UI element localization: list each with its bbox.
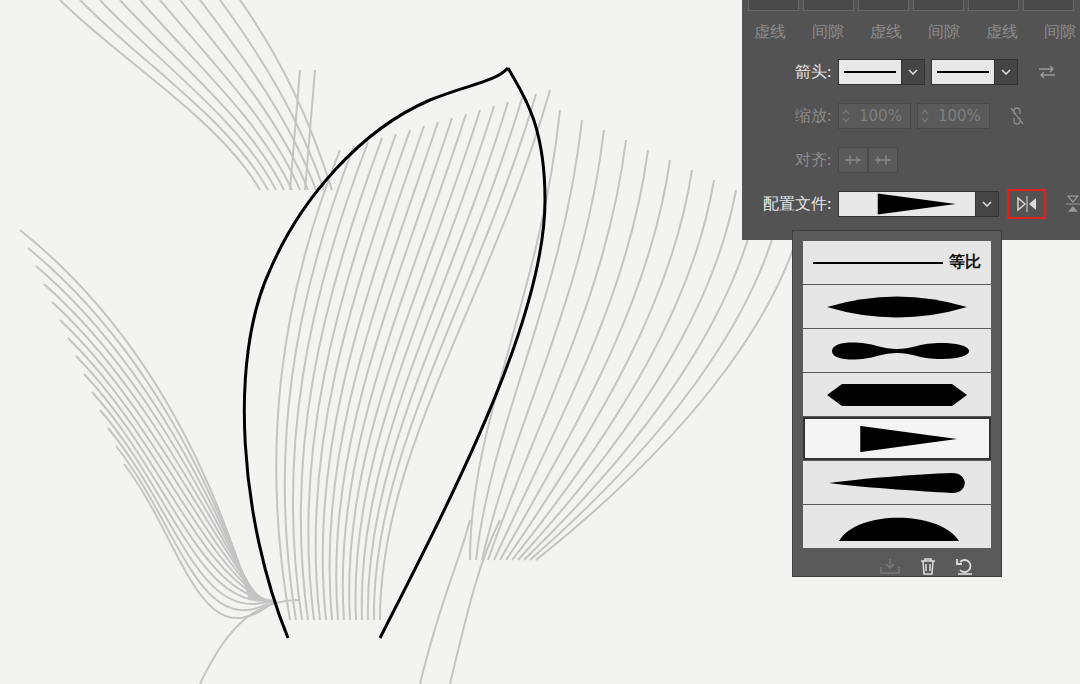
scale-end-value: 100%	[932, 107, 989, 125]
arrow-start-select[interactable]	[838, 59, 925, 85]
align-end-button[interactable]	[868, 147, 898, 173]
lens-profile-icon	[817, 292, 977, 322]
profile-option[interactable]	[803, 329, 991, 372]
dash-labels: 虚线 间隙 虚线 间隙 虚线 间隙	[742, 12, 1080, 43]
dash-label: 虚线	[986, 22, 1018, 43]
triangle-profile-icon	[817, 424, 977, 454]
dash-field[interactable]	[803, 0, 854, 11]
profile-option[interactable]	[803, 285, 991, 328]
illustrator-workspace: 虚线 间隙 虚线 间隙 虚线 间隙箭头: 缩放: 100% 100% 对齐: 配置文件: 等比	[0, 0, 1080, 684]
arrows-label: 箭头:	[742, 62, 832, 83]
dash-label: 间隙	[928, 22, 960, 43]
dash-label: 虚线	[754, 22, 786, 43]
dome-profile-icon	[817, 512, 977, 542]
swap-arrows-icon[interactable]	[1038, 65, 1056, 79]
profile-label: 配置文件:	[742, 194, 832, 215]
flip-horizontal-icon	[1016, 196, 1038, 212]
profile-option[interactable]	[803, 505, 991, 548]
scale-label: 缩放:	[742, 106, 832, 127]
flip-vertical-icon[interactable]	[1066, 194, 1080, 214]
profile-row: 配置文件:	[742, 189, 1080, 219]
scale-start-field[interactable]: 100%	[838, 103, 911, 129]
dash-label: 虚线	[870, 22, 902, 43]
dash-label: 间隙	[1044, 22, 1076, 43]
dash-field[interactable]	[1023, 0, 1074, 11]
uniform-profile-icon	[813, 262, 943, 264]
menu-footer	[803, 549, 991, 575]
wavy-profile-icon	[817, 336, 977, 366]
chevron-icon[interactable]	[902, 59, 925, 85]
dash-field[interactable]	[913, 0, 964, 11]
flip-along-button[interactable]	[1007, 189, 1046, 219]
profile-select[interactable]	[838, 191, 999, 217]
profile-option-label: 等比	[949, 252, 981, 273]
dash-field[interactable]	[748, 0, 799, 11]
arrows-row: 箭头:	[742, 57, 1080, 87]
arrow-end-select[interactable]	[931, 59, 1018, 85]
profile-option[interactable]	[803, 373, 991, 416]
taper-profile-icon	[817, 468, 977, 498]
save-profile-icon[interactable]	[879, 557, 901, 575]
spinner-icon[interactable]	[839, 108, 853, 124]
align-end-icon	[874, 154, 892, 166]
align-label: 对齐:	[742, 150, 832, 171]
petal-path[interactable]	[244, 68, 508, 638]
hex-profile-icon	[817, 380, 977, 410]
align-row: 对齐:	[742, 145, 1080, 175]
profile-option[interactable]	[803, 461, 991, 504]
align-start-button[interactable]	[838, 147, 868, 173]
link-icon[interactable]	[1010, 107, 1024, 125]
profile-menu: 等比	[792, 230, 1002, 577]
profile-preview-icon	[842, 191, 972, 217]
spinner-icon[interactable]	[918, 108, 932, 124]
petal-path-right[interactable]	[380, 68, 545, 638]
chevron-icon[interactable]	[995, 59, 1018, 85]
reset-icon[interactable]	[955, 557, 975, 575]
scale-end-field[interactable]: 100%	[917, 103, 990, 129]
dash-fields	[742, 0, 1080, 12]
stroke-panel: 虚线 间隙 虚线 间隙 虚线 间隙箭头: 缩放: 100% 100% 对齐: 配置文件:	[742, 0, 1080, 240]
trash-icon[interactable]	[919, 557, 937, 575]
align-tip-icon	[844, 154, 862, 166]
dash-field[interactable]	[968, 0, 1019, 11]
dash-label: 间隙	[812, 22, 844, 43]
dash-field[interactable]	[858, 0, 909, 11]
scale-start-value: 100%	[853, 107, 910, 125]
profile-option[interactable]	[803, 417, 991, 460]
profile-option[interactable]: 等比	[803, 241, 991, 284]
scale-row: 缩放: 100% 100%	[742, 101, 1080, 131]
chevron-icon[interactable]	[976, 191, 999, 217]
